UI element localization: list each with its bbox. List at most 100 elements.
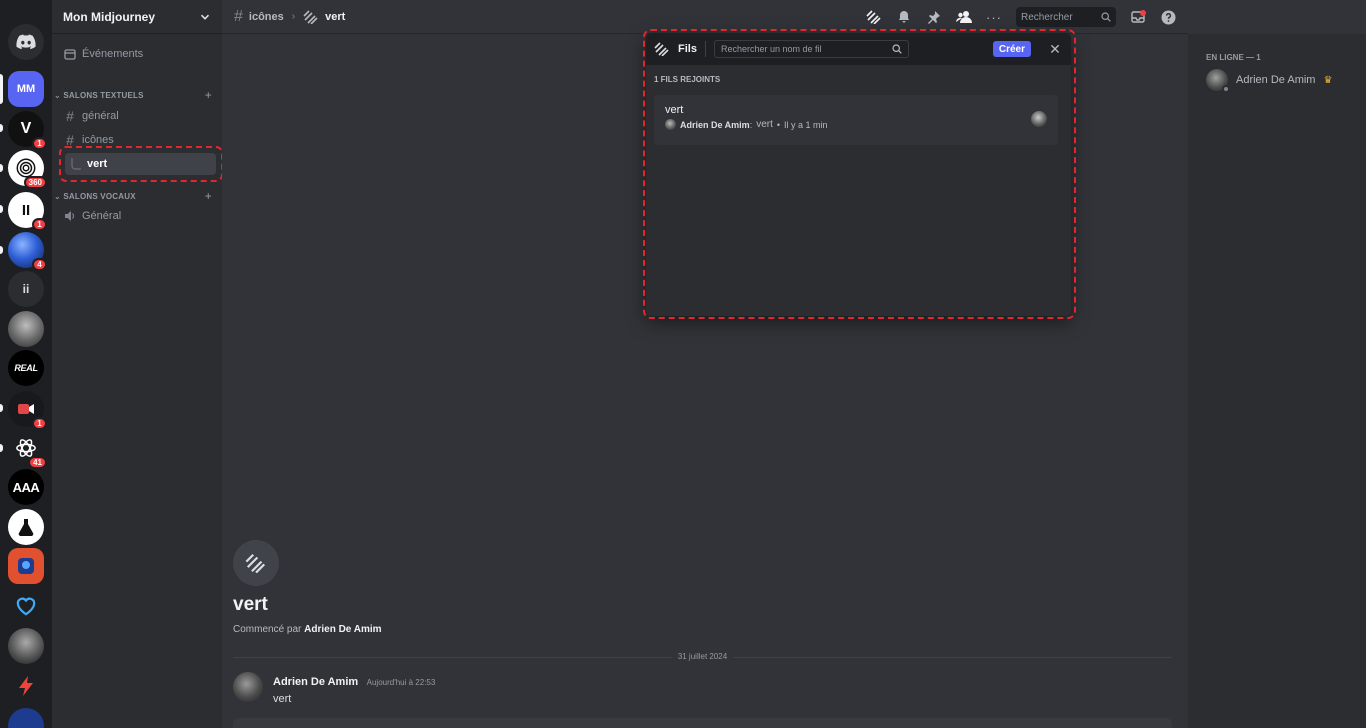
channel-label: Général [82,210,122,222]
server-orbit[interactable]: 41 [8,430,47,469]
video-icon [18,404,34,414]
server-fingerprint[interactable]: 360 [8,150,47,189]
unread-pill [0,404,3,412]
server-planet[interactable]: 4 [8,232,47,271]
highlight-annotation-thread [59,146,223,182]
date-divider-label: 31 juillet 2024 [671,652,734,661]
message-composer[interactable] [233,718,1172,728]
server-video[interactable]: 1 [8,391,47,430]
threads-icon[interactable] [866,9,882,25]
mention-badge: 1 [32,417,47,430]
server-flask[interactable] [8,509,44,545]
voice-channel-general[interactable]: Général [58,205,216,227]
message-item: Adrien De Amim Aujourd'hui à 22:53 vert [233,672,435,705]
heart-icon [16,597,36,616]
message-content: vert [273,693,292,705]
ai-box-icon [18,558,34,574]
hashtag-icon: # [234,7,243,25]
category-text-channels[interactable]: ⌄ SALONS TEXTUELS + [54,88,212,102]
channel-label: général [82,110,119,122]
date-divider: 31 juillet 2024 [233,652,1172,661]
server-pause[interactable]: II 1 [8,192,47,231]
server-portrait-2[interactable] [8,628,44,664]
channel-label: icônes [82,134,114,146]
unread-pill [0,246,3,254]
mention-badge: 4 [32,258,47,271]
server-heart[interactable] [8,588,44,624]
member-list: EN LIGNE — 1 Adrien De Amim ♛ [1188,34,1366,728]
highlight-annotation-popout [643,29,1076,319]
status-dot [1222,85,1230,93]
server-v[interactable]: V1 [8,111,47,150]
server-ii[interactable]: ii [8,271,44,307]
notification-dot [1140,10,1146,16]
server-rail: MM V1 360 II 1 4 ii REAL 1 41 AAA [0,0,52,728]
server-mm[interactable]: MM [8,71,44,107]
avatar[interactable] [233,672,263,702]
events-label: Événements [82,48,144,60]
server-ai-box[interactable] [8,548,44,584]
message-author[interactable]: Adrien De Amim [273,676,358,688]
member-name: Adrien De Amim [1236,74,1316,86]
mention-badge: 360 [23,176,47,189]
mention-badge: 1 [32,137,47,150]
discord-app: MM V1 360 II 1 4 ii REAL 1 41 AAA Mon Mi… [0,0,1366,728]
category-label: SALONS TEXTUELS [63,90,144,100]
category-label: SALONS VOCAUX [63,191,136,201]
channel-sidebar: Mon Midjourney Événements ⌄ SALONS TEXTU… [52,0,222,728]
thread-started-by: Commencé par Adrien De Amim [233,624,382,635]
breadcrumb-separator-icon: › [291,11,296,22]
member-item[interactable]: Adrien De Amim ♛ [1206,69,1333,93]
server-real[interactable]: REAL [8,350,44,386]
unread-pill [0,124,3,132]
help-icon[interactable] [1160,9,1176,25]
avatar [1206,69,1230,93]
started-prefix: Commencé par [233,624,302,635]
crown-icon: ♛ [1323,74,1333,86]
search-input[interactable]: Rechercher [1016,7,1116,27]
speaker-icon [65,211,75,221]
breadcrumb-channel[interactable]: icônes [249,11,284,23]
search-placeholder: Rechercher [1021,11,1073,23]
thread-icon [303,9,318,24]
pause-icon: II [21,201,31,219]
lightning-icon [19,676,33,696]
chevron-down-icon [200,14,210,20]
member-category: EN LIGNE — 1 [1206,53,1261,62]
add-channel-icon[interactable]: + [205,88,212,102]
breadcrumb-thread: vert [325,10,346,23]
search-icon [1101,12,1111,22]
add-channel-icon[interactable]: + [205,189,212,203]
flask-icon [18,519,34,536]
message-timestamp: Aujourd'hui à 22:53 [366,678,436,687]
chevron-down-icon: ⌄ [54,90,61,100]
unread-pill [0,444,3,452]
guild-name: Mon Midjourney [63,9,155,24]
thread-title: vert [233,594,268,615]
more-options-icon[interactable]: ··· [986,9,1002,25]
channel-general[interactable]: # général [58,105,216,127]
server-partial[interactable] [8,708,44,728]
events-item[interactable]: Événements [58,43,216,65]
started-by-user[interactable]: Adrien De Amim [304,624,381,635]
bell-icon[interactable] [896,9,912,25]
calendar-icon [64,49,76,60]
guild-header[interactable]: Mon Midjourney [52,0,222,34]
pin-icon[interactable] [926,9,942,25]
mention-badge: 1 [32,218,47,231]
discord-logo-icon [16,34,36,50]
chevron-down-icon: ⌄ [54,191,61,201]
category-voice-channels[interactable]: ⌄ SALONS VOCAUX + [54,189,212,203]
mention-badge: 41 [28,456,47,469]
thread-icon [233,540,279,586]
discord-home-button[interactable] [8,24,44,60]
server-lightning[interactable] [8,668,44,704]
server-portrait[interactable] [8,311,44,347]
hashtag-icon: # [66,108,74,124]
selected-server-pill [0,74,3,104]
server-aaa[interactable]: AAA [8,469,44,505]
unread-pill [0,205,3,213]
members-list-icon[interactable] [956,9,972,25]
inbox-icon[interactable] [1130,9,1146,25]
thread-start: vert Commencé par Adrien De Amim [233,540,382,635]
